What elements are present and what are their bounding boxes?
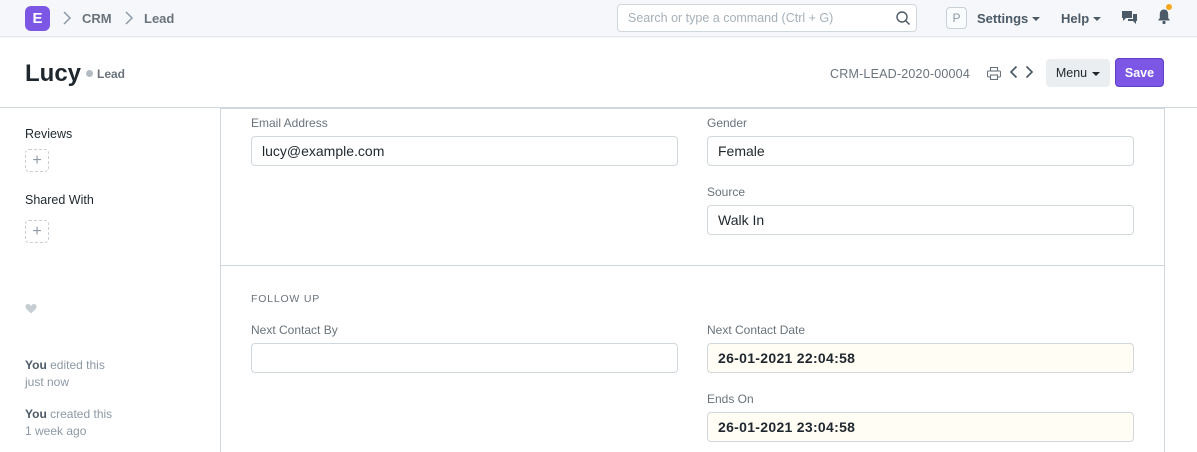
search-input[interactable] (618, 5, 888, 31)
caret-down-icon (1093, 17, 1102, 21)
next-contact-by-label: Next Contact By (251, 323, 338, 337)
activity-time: just now (25, 375, 70, 389)
menu-button[interactable]: Menu (1046, 59, 1110, 87)
next-contact-by-field[interactable] (251, 343, 678, 373)
activity-time: 1 week ago (25, 424, 87, 438)
notification-dot (1166, 4, 1172, 10)
ends-on-field[interactable]: 26-01-2021 23:04:58 (707, 412, 1134, 442)
form-card: Email Address lucy@example.com Gender Fe… (220, 108, 1165, 452)
plus-icon: + (32, 222, 42, 240)
chevron-right-icon (125, 11, 134, 25)
breadcrumb-crm[interactable]: CRM (82, 11, 112, 26)
menu-label: Menu (1055, 66, 1088, 80)
caret-down-icon (1092, 71, 1101, 76)
settings-label: Settings (977, 11, 1029, 26)
shared-with-label: Shared With (25, 193, 94, 207)
plus-icon: + (32, 151, 42, 169)
source-label: Source (707, 185, 746, 199)
page-title: Lucy (25, 60, 82, 87)
next-contact-date-field[interactable]: 26-01-2021 22:04:58 (707, 343, 1134, 373)
print-icon[interactable] (987, 67, 1001, 80)
heart-icon[interactable] (25, 303, 37, 314)
activity-actor: You (25, 407, 47, 421)
add-share-button[interactable]: + (25, 220, 49, 243)
activity-edited: You edited this just now (25, 357, 145, 391)
section-divider (221, 265, 1164, 266)
source-field[interactable]: Walk In (707, 205, 1134, 235)
chevron-right-icon (63, 11, 72, 25)
bell-icon[interactable] (1157, 8, 1171, 25)
caret-down-icon (1032, 17, 1041, 21)
search-icon[interactable] (895, 10, 911, 26)
follow-up-section-title: FOLLOW UP (251, 293, 321, 305)
help-dropdown[interactable]: Help (1061, 11, 1102, 26)
next-contact-date-label: Next Contact Date (707, 323, 806, 337)
help-label: Help (1061, 11, 1090, 26)
activity-action: created this (50, 407, 113, 421)
breadcrumb-lead[interactable]: Lead (144, 11, 174, 26)
add-review-button[interactable]: + (25, 149, 49, 172)
activity-action: edited this (50, 358, 105, 372)
gender-select[interactable]: Female (707, 136, 1134, 166)
top-navbar: E CRM Lead P Settings Help (0, 0, 1197, 37)
gender-label: Gender (707, 116, 748, 130)
activity-actor: You (25, 358, 47, 372)
email-label: Email Address (251, 116, 328, 130)
settings-dropdown[interactable]: Settings (977, 11, 1041, 26)
reviews-label: Reviews (25, 127, 73, 141)
chevron-right-icon[interactable] (1025, 65, 1034, 79)
page-gutter (1165, 108, 1197, 452)
save-button[interactable]: Save (1115, 58, 1164, 87)
status-badge: Lead (97, 67, 126, 81)
document-name: CRM-LEAD-2020-00004 (830, 67, 970, 81)
email-field[interactable]: lucy@example.com (251, 136, 678, 166)
app-logo[interactable]: E (25, 6, 50, 31)
chevron-left-icon[interactable] (1009, 65, 1018, 79)
chat-icon[interactable] (1121, 9, 1138, 26)
status-indicator-dot (86, 70, 93, 77)
awesome-bar (617, 4, 917, 32)
ends-on-label: Ends On (707, 392, 754, 406)
user-avatar[interactable]: P (946, 7, 967, 29)
activity-created: You created this 1 week ago (25, 406, 145, 440)
